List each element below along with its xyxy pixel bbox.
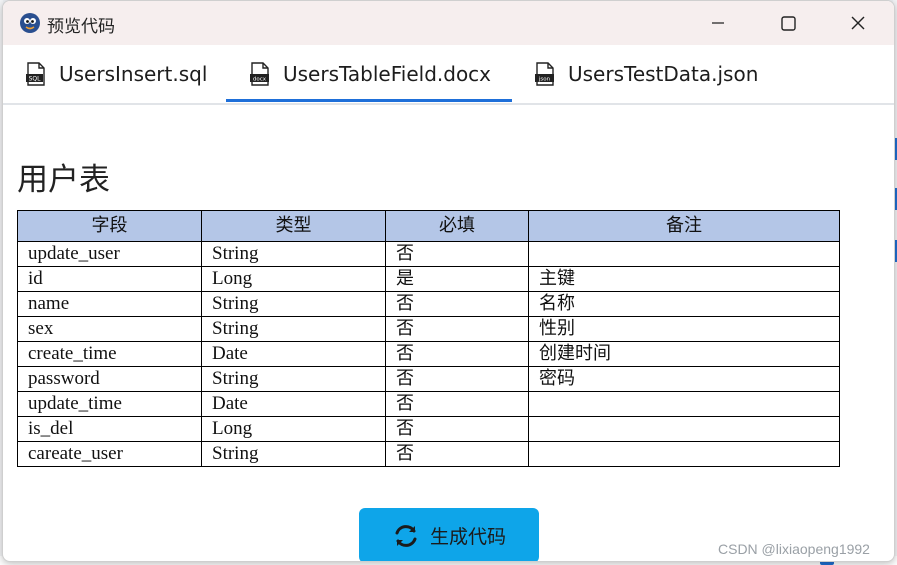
svg-text:json: json: [538, 77, 551, 83]
title-bar: 预览代码: [3, 1, 894, 45]
close-icon: [851, 16, 865, 30]
sql-file-icon: SQL: [26, 62, 45, 86]
column-header-field: 字段: [17, 210, 202, 242]
table-row: create_time Date 否创建时间: [17, 341, 840, 367]
cell-type: Date: [201, 341, 386, 367]
cell-type: Long: [201, 266, 386, 292]
cell-required: 否: [385, 341, 529, 367]
cell-type: String: [201, 291, 386, 317]
watermark-text: CSDN @lixiaopeng1992: [718, 541, 870, 557]
preview-code-dialog: 预览代码 SQL UsersInsert.sql docx UsersTable…: [2, 0, 895, 562]
tab-users-insert-sql[interactable]: SQL UsersInsert.sql: [25, 45, 207, 103]
cell-remark: 主键: [528, 266, 840, 292]
file-tabs: SQL UsersInsert.sql docx UsersTableField…: [3, 45, 894, 105]
cell-type: String: [201, 316, 386, 342]
cell-required: 否: [385, 291, 529, 317]
column-header-required: 必填: [385, 210, 529, 242]
generate-code-button[interactable]: 生成代码: [359, 508, 539, 561]
maximize-icon: [780, 15, 796, 31]
column-header-remark: 备注: [528, 210, 840, 242]
cell-required: 否: [385, 241, 529, 267]
cell-remark: [528, 241, 840, 267]
cell-field-name: update_user: [17, 241, 202, 267]
tab-label: UsersInsert.sql: [59, 62, 208, 86]
minimize-icon: [712, 22, 724, 24]
document-heading: 用户表: [17, 161, 110, 198]
cell-remark: [528, 441, 840, 467]
cell-required: 否: [385, 366, 529, 392]
cell-type: Date: [201, 391, 386, 417]
cell-remark: 密码: [528, 366, 840, 392]
tab-users-test-data-json[interactable]: json UsersTestData.json: [534, 45, 758, 103]
cell-remark: 性别: [528, 316, 840, 342]
cell-type: String: [201, 241, 386, 267]
field-table: 字段 类型 必填 备注 update_user String 否 id Long 是主键 n…: [17, 210, 840, 467]
window-title: 预览代码: [47, 17, 115, 37]
generate-code-label: 生成代码: [429, 526, 506, 548]
cell-type: Long: [201, 416, 386, 442]
cell-required: 否: [385, 416, 529, 442]
table-row: careate_user String 否: [17, 441, 840, 467]
cell-required: 否: [385, 441, 529, 467]
table-row: id Long 是主键: [17, 266, 840, 292]
table-body: update_user String 否 id Long 是主键 name String 否名称…: [17, 241, 840, 467]
cell-required: 否: [385, 316, 529, 342]
cell-field-name: update_time: [17, 391, 202, 417]
cell-type: String: [201, 366, 386, 392]
minimize-button[interactable]: [683, 1, 753, 45]
table-row: update_time Date 否: [17, 391, 840, 417]
cell-type: String: [201, 441, 386, 467]
table-row: sex String 否性别: [17, 316, 840, 342]
cell-remark: 创建时间: [528, 341, 840, 367]
cell-remark: [528, 391, 840, 417]
cell-field-name: is_del: [17, 416, 202, 442]
tab-users-table-field-docx[interactable]: docx UsersTableField.docx: [249, 45, 491, 103]
cell-required: 是: [385, 266, 529, 292]
cell-remark: [528, 416, 840, 442]
table-row: password String 否密码: [17, 366, 840, 392]
tab-label: UsersTestData.json: [568, 62, 759, 86]
cell-field-name: sex: [17, 316, 202, 342]
table-header-row: 字段 类型 必填 备注: [17, 210, 840, 242]
tab-label: UsersTableField.docx: [283, 62, 492, 86]
close-button[interactable]: [823, 1, 893, 45]
cell-required: 否: [385, 391, 529, 417]
table-row: update_user String 否: [17, 241, 840, 267]
cell-field-name: password: [17, 366, 202, 392]
json-file-icon: json: [535, 62, 554, 86]
table-row: is_del Long 否: [17, 416, 840, 442]
cell-field-name: careate_user: [17, 441, 202, 467]
cell-field-name: name: [17, 291, 202, 317]
docx-file-icon: docx: [250, 62, 269, 86]
svg-text:docx: docx: [253, 77, 267, 83]
column-header-type: 类型: [201, 210, 386, 242]
maximize-button[interactable]: [753, 1, 823, 45]
refresh-icon: [395, 524, 417, 547]
table-row: name String 否名称: [17, 291, 840, 317]
active-tab-indicator: [226, 99, 512, 102]
cell-field-name: id: [17, 266, 202, 292]
cell-remark: 名称: [528, 291, 840, 317]
cell-field-name: create_time: [17, 341, 202, 367]
app-logo-icon: [20, 13, 40, 33]
svg-text:SQL: SQL: [29, 76, 42, 83]
